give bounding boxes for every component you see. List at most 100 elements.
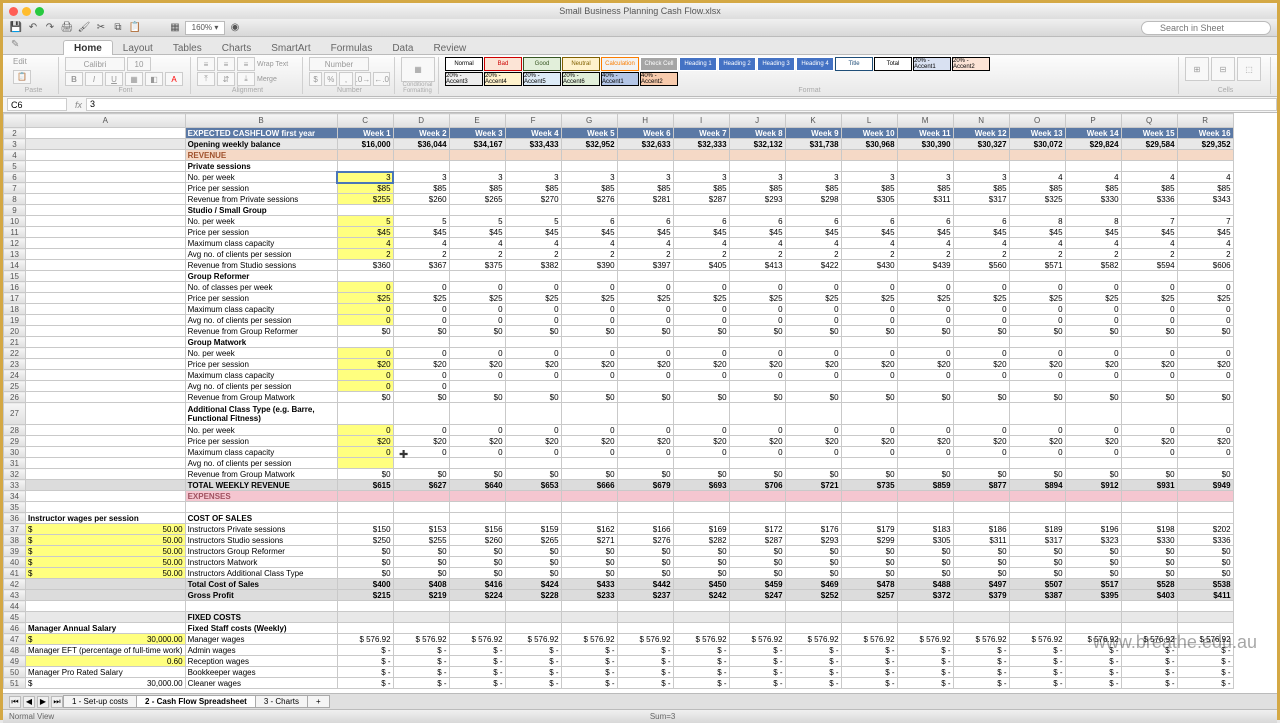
cell[interactable]	[673, 601, 729, 612]
cell[interactable]	[953, 623, 1009, 634]
cell[interactable]: $0	[897, 557, 953, 568]
cell[interactable]: 0	[393, 282, 449, 293]
cell[interactable]: $276	[617, 535, 673, 546]
cell[interactable]: 0	[617, 370, 673, 381]
cell[interactable]: 0	[897, 315, 953, 326]
cell[interactable]: $85	[673, 183, 729, 194]
cell[interactable]: $276	[561, 194, 617, 205]
cell[interactable]: Week 12	[953, 128, 1009, 139]
row-header[interactable]: 26	[4, 392, 26, 403]
cell[interactable]: $85	[953, 183, 1009, 194]
cell[interactable]: $0	[1121, 546, 1177, 557]
row-header[interactable]: 51	[4, 678, 26, 689]
col-header[interactable]: R	[1177, 114, 1233, 128]
row-header[interactable]: 16	[4, 282, 26, 293]
row-header[interactable]: 17	[4, 293, 26, 304]
cell[interactable]: Week 16	[1177, 128, 1233, 139]
cell[interactable]	[505, 458, 561, 469]
cell[interactable]	[897, 458, 953, 469]
cell[interactable]	[561, 623, 617, 634]
sheet-tab[interactable]: 1 - Set-up costs	[63, 695, 137, 708]
cell[interactable]: $ -	[897, 645, 953, 656]
cell[interactable]	[897, 623, 953, 634]
row-header[interactable]: 12	[4, 238, 26, 249]
cell[interactable]	[26, 436, 186, 447]
cell[interactable]: $336	[1177, 535, 1233, 546]
cell[interactable]	[1121, 601, 1177, 612]
valign-bot-icon[interactable]: ⤓	[237, 72, 255, 86]
cell[interactable]	[337, 161, 393, 172]
col-header[interactable]: I	[673, 114, 729, 128]
cell[interactable]: 2	[897, 249, 953, 260]
cell[interactable]: $169	[673, 524, 729, 535]
cell[interactable]: 0	[1065, 282, 1121, 293]
row-header[interactable]: 32	[4, 469, 26, 480]
cell[interactable]: $219	[393, 590, 449, 601]
cell[interactable]	[505, 513, 561, 524]
help-icon[interactable]: ◉	[228, 21, 242, 35]
cell[interactable]: 0	[1121, 304, 1177, 315]
cell[interactable]: $20	[1177, 436, 1233, 447]
cell[interactable]	[449, 403, 505, 425]
cell[interactable]: $30,072	[1009, 139, 1065, 150]
delete-button[interactable]: ⊟	[1211, 57, 1235, 81]
cell[interactable]: $416	[449, 579, 505, 590]
cell[interactable]: $29,352	[1177, 139, 1233, 150]
row-header[interactable]: 25	[4, 381, 26, 392]
cell[interactable]: 0	[897, 425, 953, 436]
cell[interactable]: 0	[337, 381, 393, 392]
cell[interactable]: 3	[617, 172, 673, 183]
cell[interactable]	[785, 491, 841, 502]
cell[interactable]: $0	[1177, 469, 1233, 480]
cell[interactable]: $260	[393, 194, 449, 205]
cell[interactable]	[393, 601, 449, 612]
cell[interactable]: $20	[617, 436, 673, 447]
cell[interactable]: 0	[729, 370, 785, 381]
cell[interactable]	[26, 249, 186, 260]
cell[interactable]: Week 4	[505, 128, 561, 139]
row-header[interactable]: 10	[4, 216, 26, 227]
cell[interactable]: $247	[729, 590, 785, 601]
cell[interactable]: $0	[449, 557, 505, 568]
cell[interactable]	[1065, 502, 1121, 513]
row-header[interactable]: 24	[4, 370, 26, 381]
cell[interactable]: $469	[785, 579, 841, 590]
cell[interactable]: $85	[729, 183, 785, 194]
cell[interactable]: $0	[953, 568, 1009, 579]
row-header[interactable]: 36	[4, 513, 26, 524]
cell[interactable]: $ -	[841, 667, 897, 678]
cell[interactable]: Manager wages	[185, 634, 337, 645]
cell[interactable]	[505, 337, 561, 348]
ribbon-tab-review[interactable]: Review	[423, 41, 476, 56]
cell[interactable]: $33,433	[505, 139, 561, 150]
cell[interactable]: 0	[729, 425, 785, 436]
cell[interactable]	[729, 623, 785, 634]
cell[interactable]	[26, 161, 186, 172]
font-color-button[interactable]: A	[165, 72, 183, 86]
cell[interactable]: $29,584	[1121, 139, 1177, 150]
cell[interactable]: 0	[561, 304, 617, 315]
cell[interactable]: $ -	[1177, 656, 1233, 667]
cell[interactable]: $912	[1065, 480, 1121, 491]
cell[interactable]: $ -	[841, 678, 897, 689]
cell[interactable]	[785, 601, 841, 612]
cell[interactable]: $85	[393, 183, 449, 194]
cell[interactable]: 0	[841, 425, 897, 436]
cell[interactable]	[617, 623, 673, 634]
cell[interactable]: $0	[785, 392, 841, 403]
cell[interactable]: Maximum class capacity	[185, 304, 337, 315]
cell[interactable]: $0	[897, 326, 953, 337]
row-header[interactable]: 8	[4, 194, 26, 205]
cell[interactable]: $931	[1121, 480, 1177, 491]
cell[interactable]	[26, 282, 186, 293]
italic-button[interactable]: I	[85, 72, 103, 86]
cell[interactable]	[953, 491, 1009, 502]
cell[interactable]: 6	[841, 216, 897, 227]
cell[interactable]	[1009, 623, 1065, 634]
cell[interactable]: $20	[1121, 436, 1177, 447]
underline-button[interactable]: U	[105, 72, 123, 86]
cell[interactable]: $0	[673, 546, 729, 557]
cell[interactable]: $ -	[617, 645, 673, 656]
cell[interactable]	[1121, 381, 1177, 392]
cell[interactable]	[617, 205, 673, 216]
